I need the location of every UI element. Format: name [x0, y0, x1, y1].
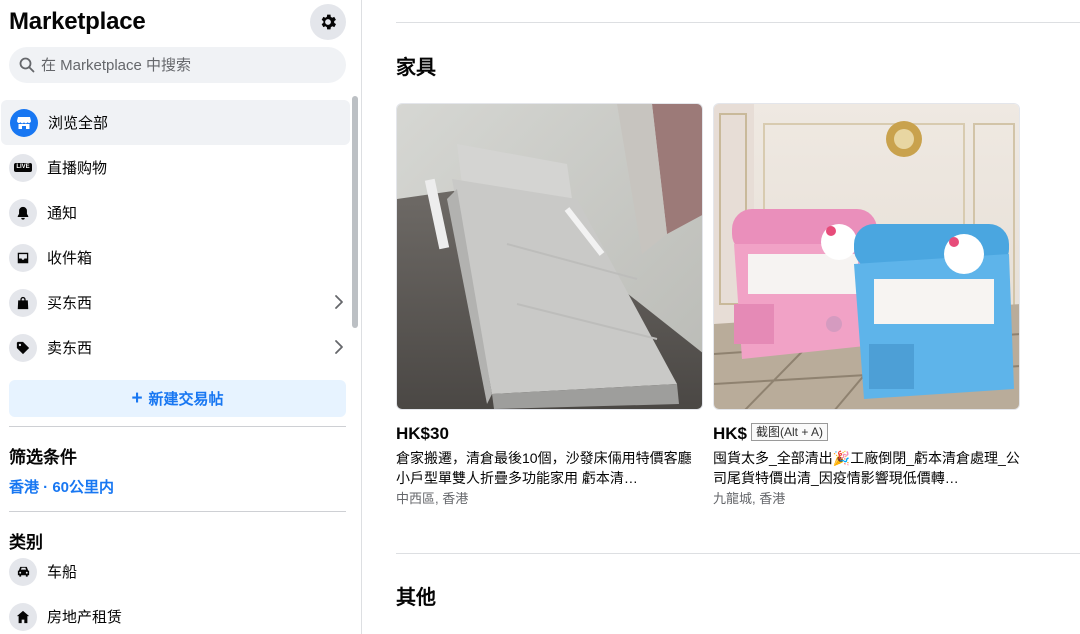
sidebar-nav: 浏览全部 LIVE 直播购物 通知 收件箱 买东西 卖东西	[0, 100, 352, 370]
listing-price: HK$30	[396, 424, 449, 443]
divider	[9, 426, 346, 427]
category-list: 车船 房地产租赁	[0, 549, 352, 634]
page-title: Marketplace	[9, 8, 146, 35]
chevron-right-icon	[335, 295, 343, 309]
chevron-right-icon	[335, 340, 343, 354]
sidebar-item-label: 通知	[47, 205, 78, 222]
listing-location: 中西區, 香港	[396, 491, 469, 506]
category-item-vehicles[interactable]: 车船	[0, 549, 352, 594]
price-tag-icon	[9, 333, 37, 362]
search-bar[interactable]	[9, 47, 346, 83]
search-icon	[19, 57, 35, 73]
sidebar-item-label: 买东西	[47, 295, 93, 312]
sidebar-item-browse-all[interactable]: 浏览全部	[1, 100, 350, 145]
sidebar-header: Marketplace	[9, 4, 349, 40]
category-label: 车船	[47, 564, 78, 581]
sidebar-item-live-shopping[interactable]: LIVE 直播购物	[0, 145, 352, 190]
listing-image[interactable]	[396, 103, 703, 410]
sidebar-item-label: 直播购物	[47, 160, 108, 177]
sidebar-item-label: 浏览全部	[48, 115, 109, 132]
listing-image[interactable]	[713, 103, 1020, 410]
listing-card[interactable]: HK$ 囤貨太多_全部清出🎉工廠倒閉_虧本清倉處理_公司尾貨特價出清_因疫情影響…	[713, 103, 1020, 508]
house-icon	[9, 602, 37, 631]
sidebar-scrollbar[interactable]	[352, 96, 358, 328]
divider	[396, 553, 1080, 554]
storefront-icon	[10, 108, 38, 137]
shopping-bag-icon	[9, 288, 37, 317]
sidebar-item-inbox[interactable]: 收件箱	[0, 235, 352, 280]
car-icon	[9, 557, 37, 586]
create-listing-button[interactable]: + 新建交易帖	[9, 380, 346, 417]
filters-heading: 筛选条件	[9, 448, 77, 467]
inbox-icon	[9, 243, 37, 272]
gear-icon	[321, 14, 336, 30]
location-filter-link[interactable]: 香港 · 60公里内	[9, 476, 114, 497]
live-badge: LIVE	[14, 163, 32, 172]
listing-title: 囤貨太多_全部清出🎉工廠倒閉_虧本清倉處理_公司尾貨特價出清_因疫情影響現低價轉…	[713, 450, 1020, 486]
screenshot-tooltip: 截图(Alt + A)	[751, 423, 829, 441]
create-listing-label: 新建交易帖	[148, 391, 224, 408]
sidebar: Marketplace 浏览全	[0, 0, 362, 634]
search-input[interactable]	[41, 56, 331, 74]
listing-card[interactable]: HK$30 倉家搬遷，清倉最後10個，沙發床倆用特價客廳小戶型單雙人折疊多功能家…	[396, 103, 703, 508]
plus-icon: +	[131, 388, 143, 409]
sidebar-item-buy[interactable]: 买东西	[0, 280, 352, 325]
listing-title: 倉家搬遷，清倉最後10個，沙發床倆用特價客廳小戶型單雙人折疊多功能家用 虧本清…	[396, 450, 692, 486]
listing-location: 九龍城, 香港	[713, 491, 786, 506]
marketplace-app: Marketplace 浏览全	[0, 0, 1080, 634]
sidebar-item-sell[interactable]: 卖东西	[0, 325, 352, 370]
sidebar-item-label: 收件箱	[47, 250, 93, 267]
category-item-property-rentals[interactable]: 房地产租赁	[0, 594, 352, 634]
bell-icon	[9, 198, 37, 227]
divider	[396, 22, 1080, 23]
live-icon: LIVE	[9, 153, 37, 182]
settings-button[interactable]	[310, 4, 346, 40]
divider	[9, 511, 346, 512]
category-label: 房地产租赁	[47, 609, 123, 626]
section-title-furniture: 家具	[396, 57, 436, 79]
main-content: 家具 HK$30 倉家搬遷，清倉最後10個，沙發床倆用特價客廳小戶型單雙人折疊多…	[362, 0, 1080, 634]
section-title-other: 其他	[396, 587, 436, 609]
sidebar-item-label: 卖东西	[47, 340, 93, 357]
sidebar-item-notifications[interactable]: 通知	[0, 190, 352, 235]
